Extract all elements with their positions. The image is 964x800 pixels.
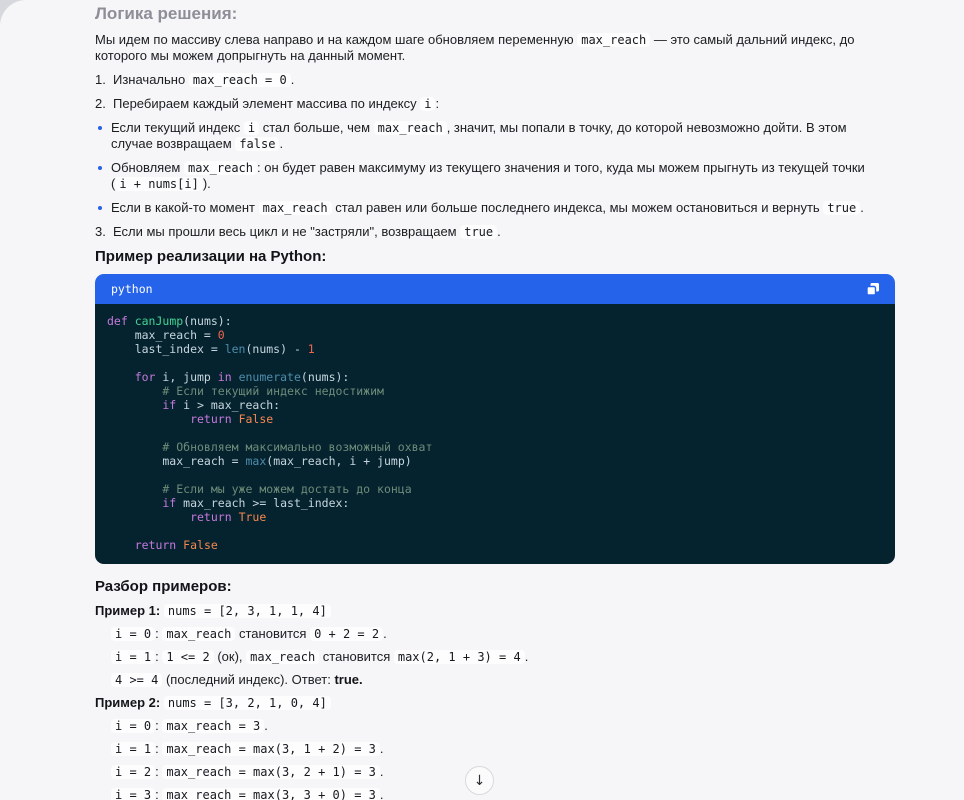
bullet-dot-icon — [98, 206, 102, 210]
example-item-text: i = 2: max_reach = max(3, 2 + 1) = 3. — [111, 764, 384, 779]
bullet-dot-icon — [98, 126, 102, 130]
chat-response-panel: Логика решения: Мы идем по массиву слева… — [0, 0, 964, 800]
code-block-body: def canJump(nums): max_reach = 0 last_in… — [95, 304, 895, 564]
list-number: 3. — [95, 224, 106, 240]
python-code: def canJump(nums): max_reach = 0 last_in… — [107, 314, 883, 552]
example-1-item: i = 0: max_reach становится 0 + 2 = 2. — [95, 625, 895, 643]
logic-bullet-text: Если текущий индекс i стал больше, чем m… — [111, 120, 847, 151]
copy-code-button[interactable] — [864, 280, 882, 298]
list-number: 2. — [95, 96, 106, 112]
logic-bullet-text: Обновляем max_reach: он будет равен макс… — [111, 160, 865, 191]
code-block: python def canJump(nums): max_reach = 0 … — [95, 274, 895, 564]
example-2-item: i = 3: max_reach = max(3, 3 + 0) = 3. — [95, 786, 895, 800]
example-item-text: 4 >= 4 (последний индекс). Ответ: true. — [111, 672, 363, 687]
example-2-item: i = 2: max_reach = max(3, 2 + 1) = 3. — [95, 763, 895, 781]
example-item-text: i = 0: max_reach = 3. — [111, 718, 268, 733]
logic-bullet-3: Если в какой-то момент max_reach стал ра… — [95, 200, 890, 216]
example-2-item: i = 1: max_reach = max(3, 1 + 2) = 3. — [95, 740, 895, 758]
logic-step-text: Перебираем каждый элемент массива по инд… — [113, 96, 439, 111]
logic-bullet-2: Обновляем max_reach: он будет равен макс… — [95, 160, 890, 192]
section-heading-examples: Разбор примеров: — [95, 578, 895, 596]
example-2-title: Пример 2: nums = [3, 2, 1, 0, 4] — [95, 694, 895, 712]
example-1-item: 4 >= 4 (последний индекс). Ответ: true. — [95, 671, 895, 689]
logic-step-3: 3. Если мы прошли весь цикл и не "застря… — [95, 224, 890, 240]
code-language-label: python — [111, 282, 153, 296]
example-item-text: i = 1: 1 <= 2 (ок), max_reach становится… — [111, 649, 528, 664]
logic-step-1: 1. Изначально max_reach = 0. — [95, 72, 890, 88]
section-heading-logic: Логика решения: — [95, 4, 895, 24]
example-item-text: i = 1: max_reach = max(3, 1 + 2) = 3. — [111, 741, 384, 756]
logic-step-text: Если мы прошли весь цикл и не "застряли"… — [113, 224, 501, 239]
bullet-dot-icon — [98, 166, 102, 170]
example-item-text: i = 3: max_reach = max(3, 3 + 0) = 3. — [111, 787, 384, 800]
logic-bullet-1: Если текущий индекс i стал больше, чем m… — [95, 120, 890, 152]
logic-step-text: Изначально max_reach = 0. — [113, 72, 294, 87]
logic-bullet-text: Если в какой-то момент max_reach стал ра… — [111, 200, 864, 215]
logic-step-2: 2. Перебираем каждый элемент массива по … — [95, 96, 890, 112]
example-1-title: Пример 1: nums = [2, 3, 1, 1, 4] — [95, 602, 895, 620]
section-heading-python-example: Пример реализации на Python: — [95, 248, 895, 266]
list-number: 1. — [95, 72, 106, 88]
copy-icon — [866, 282, 880, 296]
arrow-down-icon: ↓ — [474, 773, 486, 789]
code-block-header: python — [95, 274, 895, 304]
scroll-to-bottom-button[interactable]: ↓ — [465, 766, 494, 795]
example-item-text: i = 0: max_reach становится 0 + 2 = 2. — [111, 626, 387, 641]
example-2-item: i = 0: max_reach = 3. — [95, 717, 895, 735]
intro-paragraph: Мы идем по массиву слева направо и на ка… — [95, 32, 890, 64]
example-1-item: i = 1: 1 <= 2 (ок), max_reach становится… — [95, 648, 895, 666]
